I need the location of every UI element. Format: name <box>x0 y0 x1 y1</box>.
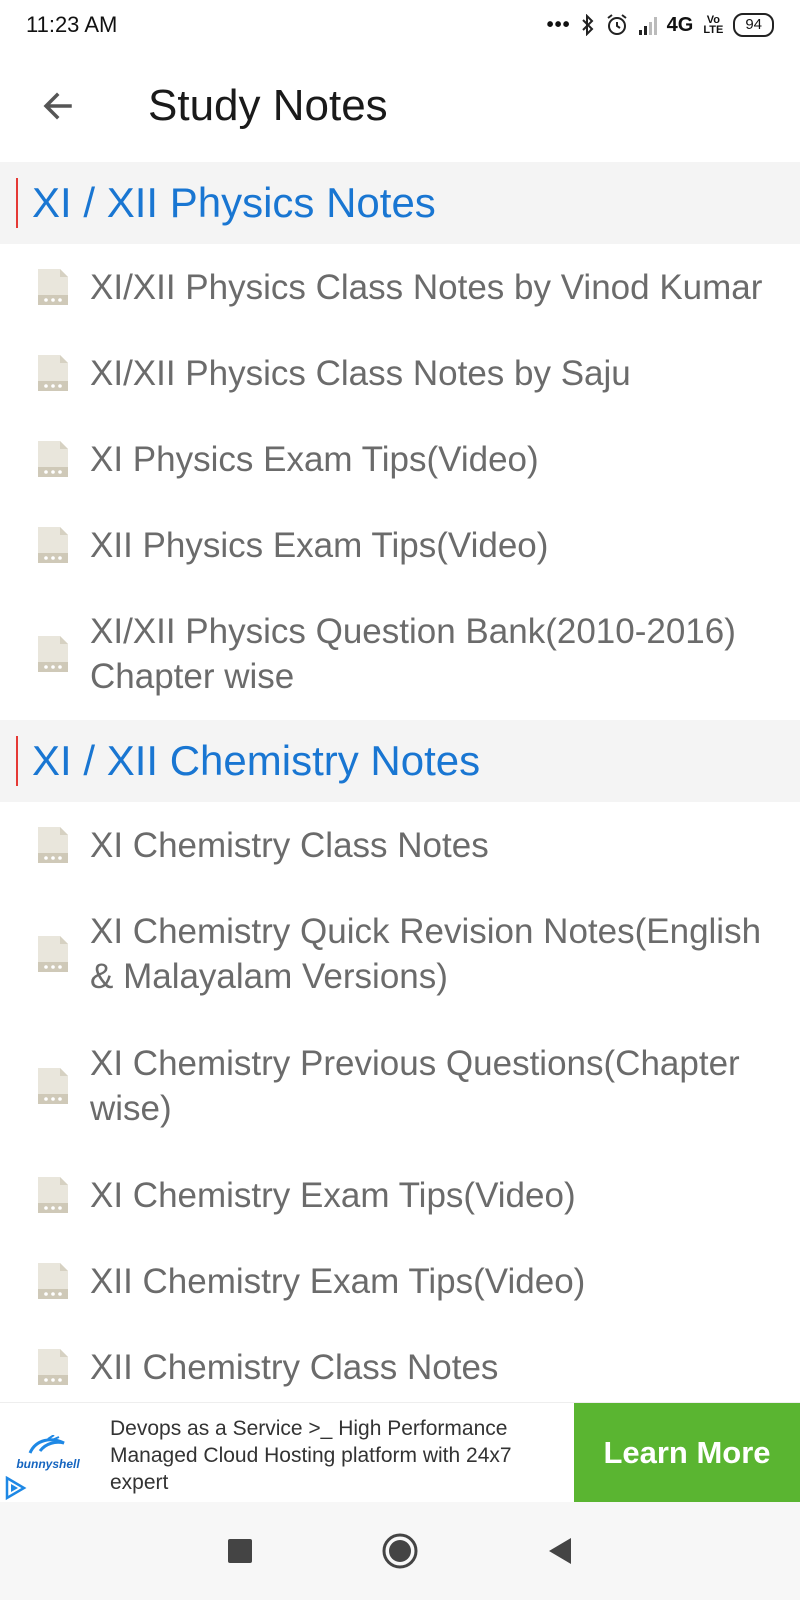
back-button[interactable] <box>28 76 88 136</box>
section-header-chemistry: XI / XII Chemistry Notes <box>0 720 800 802</box>
notes-list: XI / XII Physics Notes XI/XII Physics Cl… <box>0 162 800 1410</box>
document-icon <box>38 936 68 972</box>
list-item-label: XII Chemistry Class Notes <box>90 1347 499 1387</box>
section-accent-bar <box>16 736 18 786</box>
arrow-left-icon <box>43 92 72 120</box>
bunny-logo-icon <box>28 1435 65 1454</box>
document-icon <box>38 441 68 477</box>
document-icon <box>38 636 68 672</box>
ad-logo[interactable]: bunnyshell <box>0 1403 96 1503</box>
ad-banner[interactable]: bunnyshell Devops as a Service >_ High P… <box>0 1402 800 1503</box>
volte-indicator: Vo LTE <box>703 15 724 36</box>
learn-more-button[interactable]: Learn More <box>574 1403 800 1503</box>
document-icon <box>38 827 68 863</box>
back-nav-button[interactable] <box>535 1526 585 1576</box>
list-item[interactable]: XI/XII Physics Class Notes by Saju <box>0 330 800 416</box>
list-item-label: XII Chemistry Exam Tips(Video) <box>90 1261 586 1301</box>
app-bar: Study Notes <box>0 50 800 162</box>
list-item[interactable]: XI Chemistry Previous Questions(Chapter … <box>0 1020 800 1152</box>
section-title-physics: XI / XII Physics Notes <box>32 179 436 226</box>
circle-icon <box>382 1533 418 1569</box>
list-item-label: XI Chemistry Exam Tips(Video) <box>90 1175 576 1215</box>
list-item-label: XI Physics Exam Tips(Video) <box>90 439 539 479</box>
page-title: Study Notes <box>148 81 388 130</box>
ad-logo-text: bunnyshell <box>16 1457 80 1471</box>
list-item-label: XI/XII Physics Class Notes by Vinod Kuma… <box>90 267 763 307</box>
ad-choices-icon[interactable] <box>2 1475 28 1501</box>
list-item-label: XI/XII Physics Class Notes by Saju <box>90 353 631 393</box>
document-icon <box>38 527 68 563</box>
list-item[interactable]: XII Physics Exam Tips(Video) <box>0 502 800 588</box>
network-type: 4G <box>666 13 694 36</box>
list-item[interactable]: XI Chemistry Exam Tips(Video) <box>0 1152 800 1238</box>
bluetooth-icon <box>581 14 594 36</box>
list-item[interactable]: XI/XII Physics Class Notes by Vinod Kuma… <box>0 244 800 330</box>
more-notifications-icon: ••• <box>546 13 571 36</box>
document-icon <box>38 1068 68 1104</box>
document-icon <box>38 1263 68 1299</box>
document-icon <box>38 269 68 305</box>
alarm-icon <box>607 14 627 35</box>
list-item[interactable]: XI Chemistry Class Notes <box>0 802 800 888</box>
status-bar: 11:23 AM ••• 4G Vo LTE 94 <box>0 0 800 50</box>
status-icons: ••• 4G Vo LTE 94 <box>547 13 774 37</box>
list-item[interactable]: XII Chemistry Exam Tips(Video) <box>0 1238 800 1324</box>
system-nav-bar <box>0 1502 800 1600</box>
status-time: 11:23 AM <box>26 12 118 37</box>
list-item-label: XI Chemistry Quick Revision Notes(Englis… <box>90 912 762 996</box>
ad-text[interactable]: Devops as a Service >_ High Performance … <box>96 1403 574 1503</box>
list-item[interactable]: XI Chemistry Quick Revision Notes(Englis… <box>0 888 800 1020</box>
list-item[interactable]: XI Physics Exam Tips(Video) <box>0 416 800 502</box>
section-title-chemistry: XI / XII Chemistry Notes <box>32 737 481 784</box>
list-item[interactable]: XI/XII Physics Question Bank(2010-2016) … <box>0 588 800 720</box>
recents-button[interactable] <box>215 1526 265 1576</box>
list-item-label: XII Physics Exam Tips(Video) <box>90 525 549 565</box>
battery-indicator: 94 <box>733 13 774 37</box>
section-accent-bar <box>16 178 18 228</box>
document-icon <box>38 355 68 391</box>
section-header-physics: XI / XII Physics Notes <box>0 162 800 244</box>
document-icon <box>38 1349 68 1385</box>
list-item-label: XI/XII Physics Question Bank(2010-2016) … <box>90 612 736 696</box>
signal-icon <box>638 15 657 35</box>
volte-bottom: LTE <box>703 24 724 36</box>
triangle-back-icon <box>549 1538 571 1564</box>
home-button[interactable] <box>375 1526 425 1576</box>
list-item-label: XI Chemistry Class Notes <box>90 825 489 865</box>
list-item[interactable]: XII Chemistry Class Notes <box>0 1324 800 1410</box>
square-icon <box>228 1539 252 1563</box>
document-icon <box>38 1177 68 1213</box>
list-item-label: XI Chemistry Previous Questions(Chapter … <box>90 1044 740 1128</box>
